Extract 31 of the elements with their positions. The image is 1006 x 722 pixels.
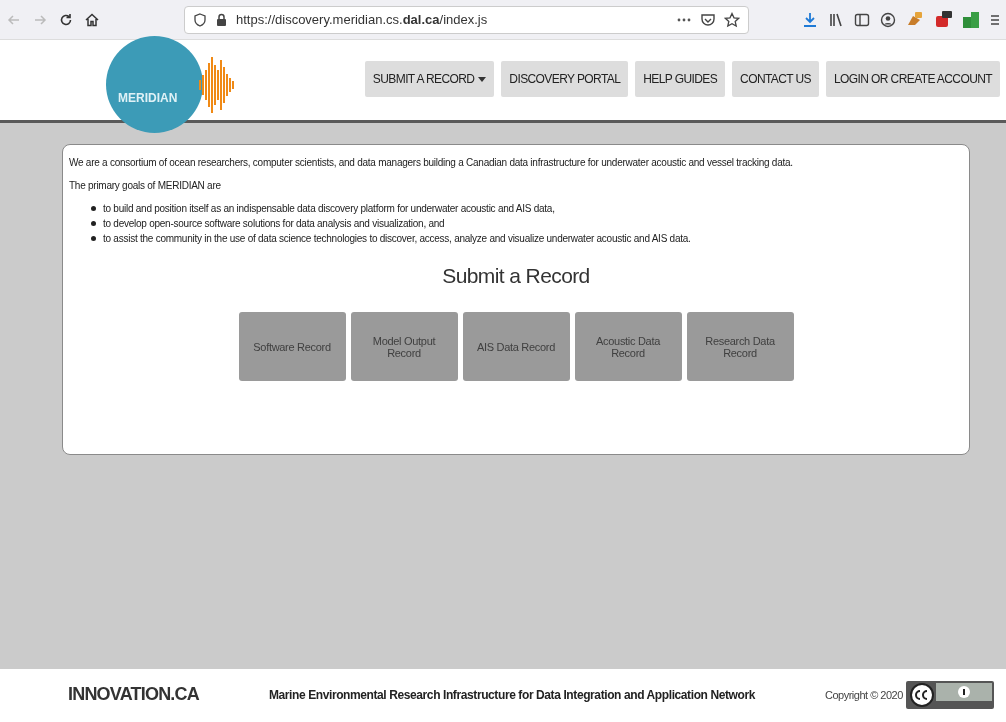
nav-button[interactable]: HELP GUIDES	[635, 61, 726, 97]
nav-button[interactable]: CONTACT US	[732, 61, 819, 97]
goal-item: to assist the community in the use of data science technologies to discover, access, analyze and visualize underwater acoustic and AIS data.	[103, 233, 691, 244]
library-icon[interactable]	[828, 11, 844, 28]
goals-lead: The primary goals of MERIDIAN are	[69, 180, 222, 191]
funder-logo: INNOVATION.CA	[68, 684, 199, 705]
pocket-icon[interactable]	[700, 11, 716, 28]
account-icon[interactable]	[880, 11, 896, 28]
nav-button[interactable]: DISCOVERY PORTAL	[501, 61, 629, 97]
license-badge-icon	[905, 680, 994, 709]
shield-icon[interactable]	[193, 12, 207, 27]
lock-icon[interactable]	[215, 12, 228, 27]
nav-button[interactable]: LOGIN OR CREATE ACCOUNT	[826, 61, 1000, 97]
bullet-icon	[91, 206, 96, 211]
intro-text: We are a consortium of ocean researchers, computer scientists, and data managers building a Canadian data infrastructure for underwater acoustic and vessel tracking data.	[69, 157, 794, 168]
sidebar-icon[interactable]	[854, 11, 870, 28]
section-heading: Submit a Record	[441, 264, 591, 288]
download-icon[interactable]	[802, 11, 818, 28]
bullet-icon	[91, 221, 96, 226]
footer-tagline: Marine Environmental Research Infrastructure for Data Integration and Application Network	[268, 687, 755, 702]
extension-icon[interactable]	[934, 10, 952, 29]
star-icon[interactable]	[724, 11, 740, 28]
copyright-text: Copyright © 2020	[825, 688, 903, 701]
nav-button[interactable]: SUBMIT A RECORD	[364, 61, 495, 97]
logo-text: MERIDIAN	[118, 91, 178, 105]
bullet-icon	[91, 236, 96, 241]
reload-icon[interactable]	[58, 11, 74, 28]
home-icon[interactable]	[84, 11, 100, 28]
menu-icon[interactable]	[990, 12, 1000, 27]
goal-item: to build and position itself as an indispensable data discovery platform for underwater acoustic and AIS data,	[103, 203, 555, 214]
goal-item: to develop open-source software solutions for data analysis and visualization, and	[103, 218, 445, 229]
